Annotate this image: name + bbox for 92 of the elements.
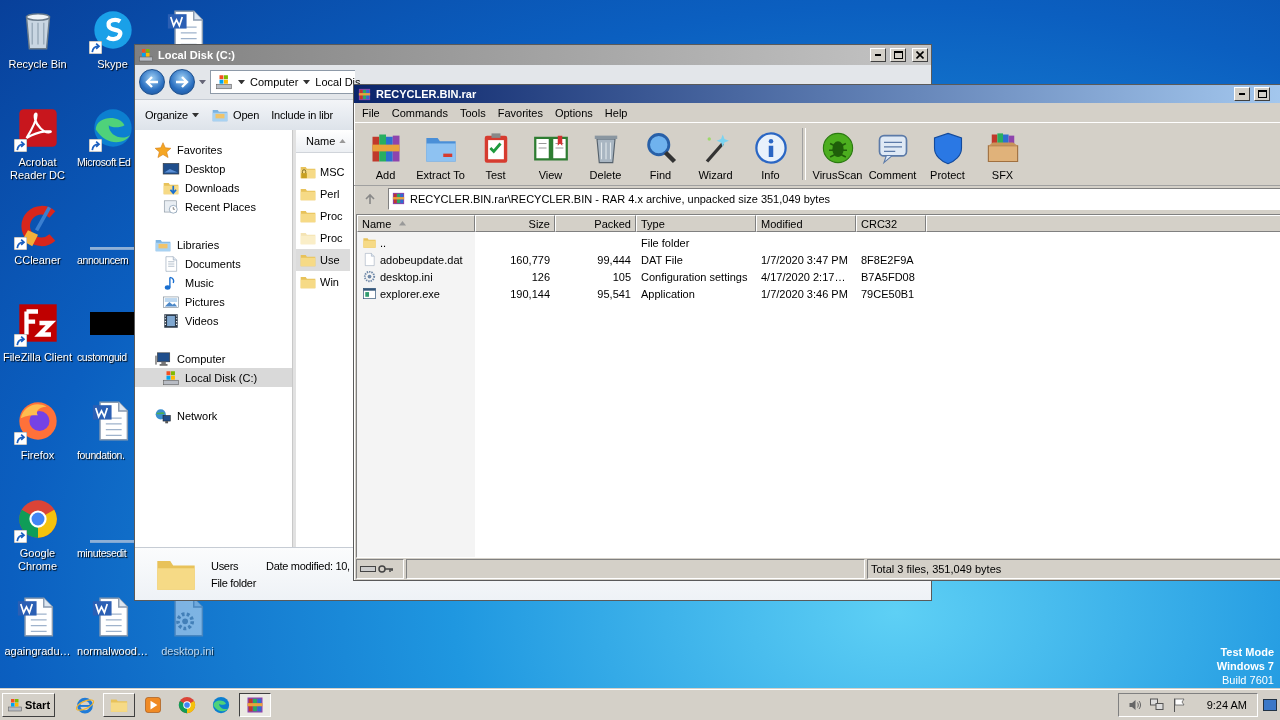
test-mode-text: Test Mode <box>1220 645 1274 659</box>
table-cell-text: B7A5FD08 <box>860 269 916 285</box>
test-mode-text: Build 7601 <box>1222 673 1274 687</box>
nav-item[interactable]: Documents <box>135 254 292 273</box>
window-title: RECYCLER.BIN.rar <box>376 88 478 100</box>
table-cell-text: File folder <box>640 235 691 251</box>
icon-label[interactable]: normalwood… <box>77 644 148 658</box>
menu-item[interactable]: Favorites <box>491 106 549 119</box>
toolbar-button[interactable]: Comment <box>865 125 920 183</box>
nav-item[interactable]: Libraries <box>135 235 292 254</box>
breadcrumb-item[interactable]: Computer <box>250 76 299 88</box>
toolbar-button[interactable]: VirusScan <box>810 125 865 183</box>
nav-item[interactable]: Recent Places <box>135 197 292 216</box>
file-name[interactable]: desktop.ini <box>357 268 475 285</box>
file-row[interactable]: Proc <box>296 205 350 227</box>
menu-item[interactable]: File <box>356 106 386 119</box>
icon-label[interactable]: CCleaner <box>14 253 61 267</box>
icon-label[interactable]: Microsoft Ed <box>77 155 131 169</box>
icon-label[interactable]: Skype <box>97 58 128 71</box>
toolbar-button[interactable]: Info <box>743 125 798 183</box>
nav-item[interactable]: Network <box>135 406 292 425</box>
column-header[interactable]: Modified <box>756 215 856 232</box>
toolbar-button[interactable]: View <box>523 125 578 183</box>
icon-label[interactable]: Acrobat Reader DC <box>0 155 75 182</box>
table-cell-text: 8F8E2F9A <box>860 252 915 268</box>
toolbar-button[interactable]: Protect <box>920 125 975 183</box>
table-cell-text: Application <box>640 286 696 302</box>
icon-label[interactable]: announcem <box>77 253 129 267</box>
icon-label[interactable]: againgradu… <box>4 644 71 658</box>
table-cell-text: 160,779 <box>509 252 551 268</box>
table-cell-text: 126 <box>530 269 551 285</box>
toolbar-button[interactable]: Wizard <box>688 125 743 183</box>
file-row[interactable]: Perl <box>296 183 350 205</box>
table-cell-text: Configuration settings <box>640 269 749 285</box>
status-text: Total 3 files, 351,049 bytes <box>867 559 1280 579</box>
clock[interactable]: 9:24 AM <box>1206 699 1247 711</box>
column-header[interactable]: CRC32 <box>856 215 926 232</box>
table-cell-text: 99,444 <box>596 252 632 268</box>
file-name[interactable]: .. <box>357 234 475 251</box>
item-name: Users <box>211 559 240 572</box>
column-header[interactable]: Packed <box>555 215 636 232</box>
table-cell-text: 1/7/2020 3:47 PM <box>760 252 849 268</box>
toolbar-button[interactable]: Test <box>468 125 523 183</box>
icon-label[interactable]: Recycle Bin <box>8 58 67 71</box>
toolbar-button[interactable]: Extract To <box>413 125 468 183</box>
table-cell-text: 79CE50B1 <box>860 286 916 302</box>
file-name[interactable]: adobeupdate.dat <box>357 251 475 268</box>
icon-label[interactable]: customguid <box>77 351 127 365</box>
test-mode-text: Windows 7 <box>1216 659 1274 673</box>
nav-item[interactable]: Desktop <box>135 159 292 178</box>
table-cell-text: 190,144 <box>509 286 551 302</box>
nav-item[interactable]: Downloads <box>135 178 292 197</box>
file-row[interactable]: Proc <box>296 227 350 249</box>
table-cell-text: 95,541 <box>596 286 632 302</box>
toolbar-button[interactable]: SFX <box>975 125 1030 183</box>
toolbar-button[interactable]: Organize <box>145 109 200 121</box>
icon-label[interactable]: FileZilla Client <box>2 351 73 365</box>
icon-label[interactable]: Firefox <box>20 449 55 463</box>
path-field[interactable]: RECYCLER.BIN.rar\RECYCLER.BIN - RAR 4.x archive, unpacked size 351,049 bytes <box>388 187 1280 210</box>
toolbar-button[interactable]: Add <box>358 125 413 183</box>
toolbar-button[interactable]: Open <box>211 106 260 124</box>
nav-item[interactable]: Favorites <box>135 140 292 159</box>
icon-label[interactable]: minutesedit <box>77 547 127 561</box>
menu-item[interactable]: Help <box>598 106 634 119</box>
icon-label[interactable]: foundation. <box>77 449 125 463</box>
table-cell-text: 105 <box>611 269 632 285</box>
nav-item[interactable]: Local Disk (C:) <box>135 368 292 387</box>
toolbar-button[interactable]: Include in libr <box>271 109 333 121</box>
table-cell-text: 1/7/2020 3:46 PM <box>760 286 849 302</box>
nav-item[interactable]: Videos <box>135 311 292 330</box>
file-row[interactable]: MSC <box>296 161 350 183</box>
item-type: File folder <box>211 576 256 589</box>
column-header[interactable]: Size <box>475 215 555 232</box>
table-cell-text: DAT File <box>640 252 684 268</box>
menu-item[interactable]: Commands <box>385 106 454 119</box>
date-modified: Date modified: 10, <box>266 559 350 572</box>
toolbar-button[interactable]: Find <box>633 125 688 183</box>
toolbar-button[interactable]: Delete <box>578 125 633 183</box>
menu-item[interactable]: Tools <box>454 106 492 119</box>
table-cell-text: 4/17/2020 2:17… <box>760 269 847 285</box>
window-title: Local Disk (C:) <box>158 49 236 61</box>
nav-item[interactable]: Pictures <box>135 292 292 311</box>
icon-label[interactable]: Google Chrome <box>0 547 75 574</box>
file-row[interactable]: Win <box>296 271 350 293</box>
menu-item[interactable]: Options <box>548 106 599 119</box>
file-name[interactable]: explorer.exe <box>357 285 475 302</box>
nav-item[interactable]: Music <box>135 273 292 292</box>
nav-item[interactable]: Computer <box>135 349 292 368</box>
start-button[interactable]: Start <box>2 693 56 717</box>
column-header[interactable]: Name <box>357 215 475 232</box>
file-row[interactable]: Use <box>296 249 350 271</box>
column-header[interactable]: Type <box>636 215 756 232</box>
